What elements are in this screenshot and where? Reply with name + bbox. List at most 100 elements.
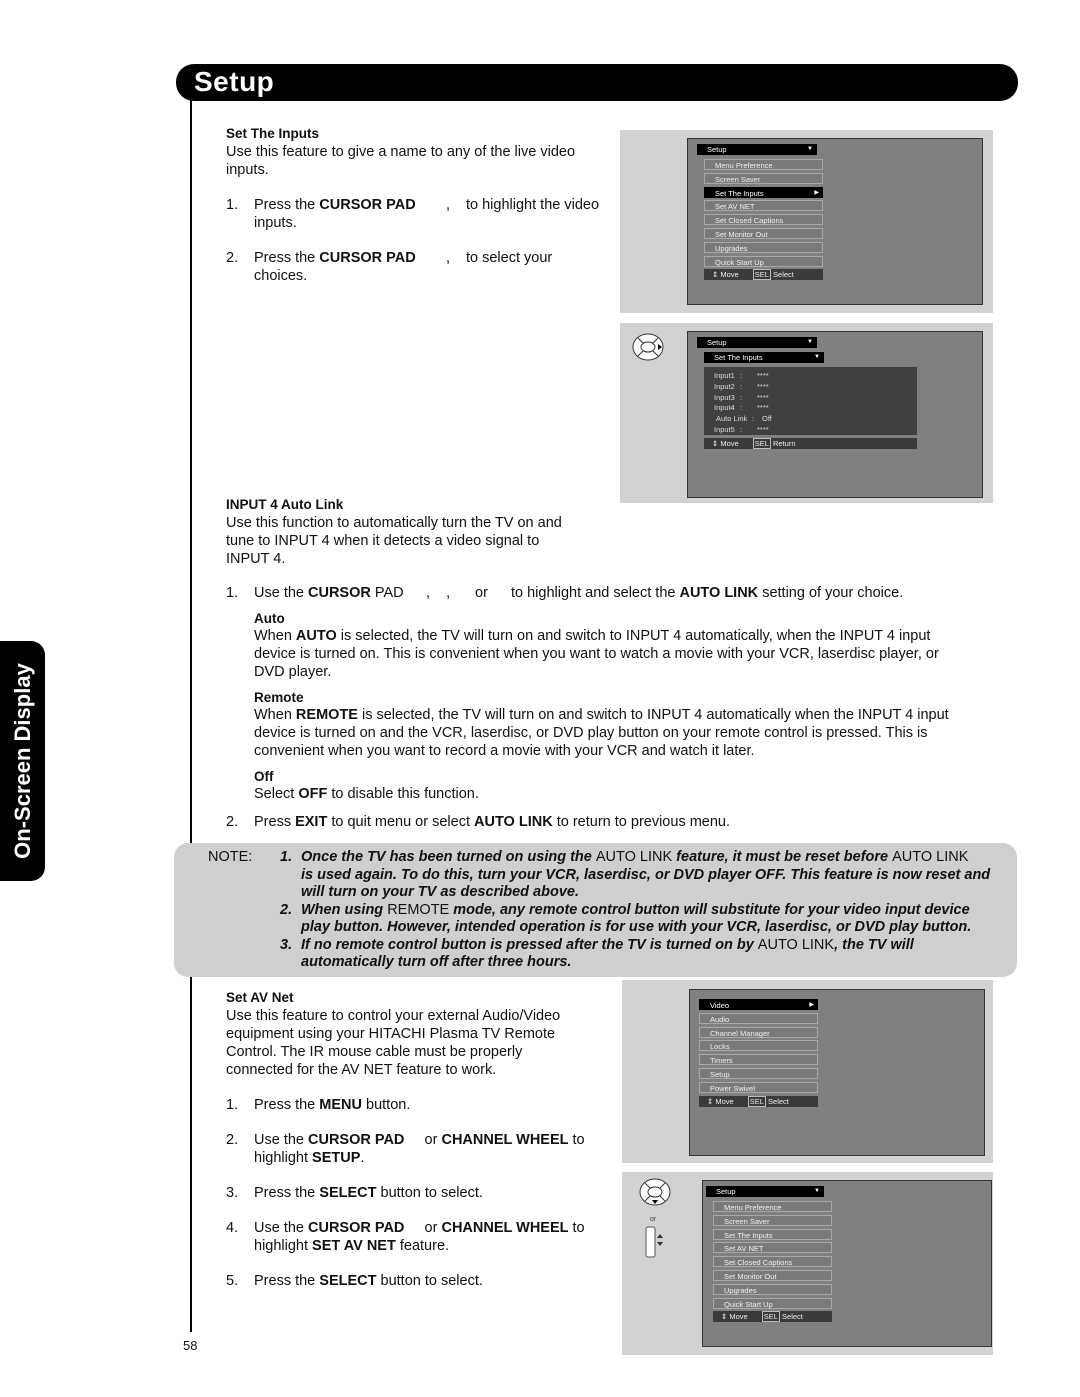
input-value: **** [757,381,769,391]
osd-menu-item-label: Channel Manager [710,1028,770,1038]
step-comma: , [446,197,451,213]
osd-menu-item[interactable]: Screen Saver [713,1214,832,1226]
osd-menu-item[interactable]: Set Closed Captions [704,214,823,226]
note-line: Once the TV has been turned on using the… [301,849,968,867]
note-line: When using REMOTE mode, any remote contr… [301,902,970,920]
osd-menu-item-label: Menu Preference [724,1203,782,1212]
osd-menu-item[interactable]: Set Monitor Out [713,1270,832,1281]
screenshot-setup-menu-2: or Setup ▼ Menu Preference Screen Saver Set… [622,1172,993,1355]
input-row[interactable]: Input1: **** [704,370,917,381]
text: Use the [254,1220,308,1236]
text: button to select. [376,1185,483,1201]
sel-key-icon: SEL [752,438,771,449]
osd-menu-item[interactable]: Timers [699,1054,818,1066]
input-value: **** [757,392,769,402]
chevron-right-icon: ▶ [809,1002,814,1008]
osd-menu-item[interactable]: Set Closed Captions [713,1256,832,1268]
step-number: 2. [226,1132,239,1148]
auto-link-step-2: 2. Press EXIT to quit menu or select AUT… [226,813,1006,831]
text: Use the [254,1132,308,1148]
input-row[interactable]: Input5: **** [704,424,917,435]
osd-menu-item[interactable]: Screen Saver [704,172,823,184]
osd-menu-item[interactable]: Locks [699,1040,818,1052]
text-line: Use this feature to give a name to any o… [226,144,576,160]
text-line: connected for the AV NET feature to work… [226,1062,497,1078]
osd-title-text: Setup [707,145,727,154]
bold-text: CURSOR PAD [308,1132,405,1148]
step-line: highlight SETUP. [254,1149,364,1167]
inputs-list: Input1: **** Input2: **** Input3: **** Input4:… [704,367,917,435]
osd-menu-item-label: Timers [710,1056,733,1066]
osd-menu-item[interactable]: Set The Inputs ▶ [704,186,823,198]
osd-footer: ⇕ Move SEL Select [699,1096,818,1107]
footer-action: Return [773,439,796,448]
osd-menu-item-label: Setup [710,1070,730,1079]
input-row[interactable]: Auto Link: Off [704,413,917,424]
osd-menu-item[interactable]: Power Swivel [699,1081,818,1093]
osd-footer: ⇕ Move SEL Return [704,438,917,449]
osd-title: Setup ▼ [706,1186,824,1197]
bold-text: CURSOR PAD [308,1220,405,1236]
osd-menu-item[interactable]: Channel Manager [699,1026,818,1038]
osd-menu-item[interactable]: Video ▶ [699,999,818,1010]
text-line: inputs. [226,162,269,178]
text: Select [254,786,299,802]
av-net-intro: Use this feature to control your externa… [226,1007,560,1079]
input-row[interactable]: Input3: **** [704,392,917,403]
step-line: Press the MENU button. [254,1096,410,1114]
osd-menu-item[interactable]: Set AV NET [704,200,823,212]
dropdown-arrow-icon: ▼ [807,146,813,152]
bold-text: SELECT [319,1273,377,1289]
osd-menu-item[interactable]: Setup [699,1068,818,1079]
step-number: 2. [226,814,239,830]
osd-menu-item[interactable]: Set Monitor Out [704,228,823,239]
input-row[interactable]: Input4: **** [704,402,917,413]
input-sep: : [740,371,743,380]
screenshot-setup-menu: Setup ▼ Menu Preference Screen Saver Set Th… [620,130,993,313]
step-number: 5. [226,1273,239,1289]
dropdown-arrow-icon: ▼ [814,354,820,360]
text: feature. [395,1238,450,1254]
step-text: Press the [254,197,320,213]
input-row[interactable]: Input2: **** [704,381,917,392]
note-text: automatically turn off after three hours… [301,954,572,970]
step-text: to return to previous menu. [552,814,731,830]
step-number: 4. [226,1220,239,1236]
move-arrows-icon: ⇕ [712,270,719,279]
step-number: 3. [226,1185,239,1201]
bold-text: CHANNEL WHEEL [441,1220,569,1236]
step-bold: CURSOR [308,585,371,601]
step-line: Use the CURSOR PAD or CHANNEL WHEEL to [254,1131,585,1149]
osd-menu-item[interactable]: Quick Start Up [713,1297,832,1309]
step-line: Use the CURSOR PAD or CHANNEL WHEEL to [254,1219,585,1237]
move-arrows-icon: ⇕ [707,1097,714,1106]
text-line: Use this function to automatically turn … [226,515,562,531]
input-sep: : [740,425,743,434]
text: When [254,628,296,644]
osd-menu-item[interactable]: Upgrades [713,1283,832,1295]
bold-text: SET AV NET [312,1238,396,1254]
osd-menu-item[interactable]: Quick Start Up [704,255,823,267]
channel-wheel-icon [645,1226,663,1258]
osd-title-text: Setup [707,338,727,347]
step-text: to select your [466,250,553,266]
step-line: Press the SELECT button to select. [254,1272,483,1290]
tv-screen: Setup ▼ Menu Preference Screen Saver Set Th… [687,138,983,305]
footer-move: Move [720,439,739,448]
input-sep: : [740,403,743,413]
osd-menu-item[interactable]: Menu Preference [713,1201,832,1212]
text: button to select. [376,1273,483,1289]
osd-menu-item[interactable]: Audio [699,1012,818,1024]
osd-menu-item[interactable]: Set AV NET [713,1242,832,1254]
osd-menu-item-label: Set Monitor Out [715,230,768,239]
osd-menu-item[interactable]: Menu Preference [704,159,823,170]
av-net-heading: Set AV Net [226,990,294,1005]
step-text: inputs. [254,215,297,231]
text: or [404,1220,442,1236]
step-text: PAD [370,585,404,601]
osd-menu-item[interactable]: Set The Inputs [713,1228,832,1240]
osd-footer: ⇕ Move SEL Select [713,1311,832,1322]
osd-menu-item[interactable]: Upgrades [704,241,823,253]
text: is selected, the TV will turn on and swi… [336,628,931,644]
note-line: play button. However, intended operation… [301,919,971,937]
